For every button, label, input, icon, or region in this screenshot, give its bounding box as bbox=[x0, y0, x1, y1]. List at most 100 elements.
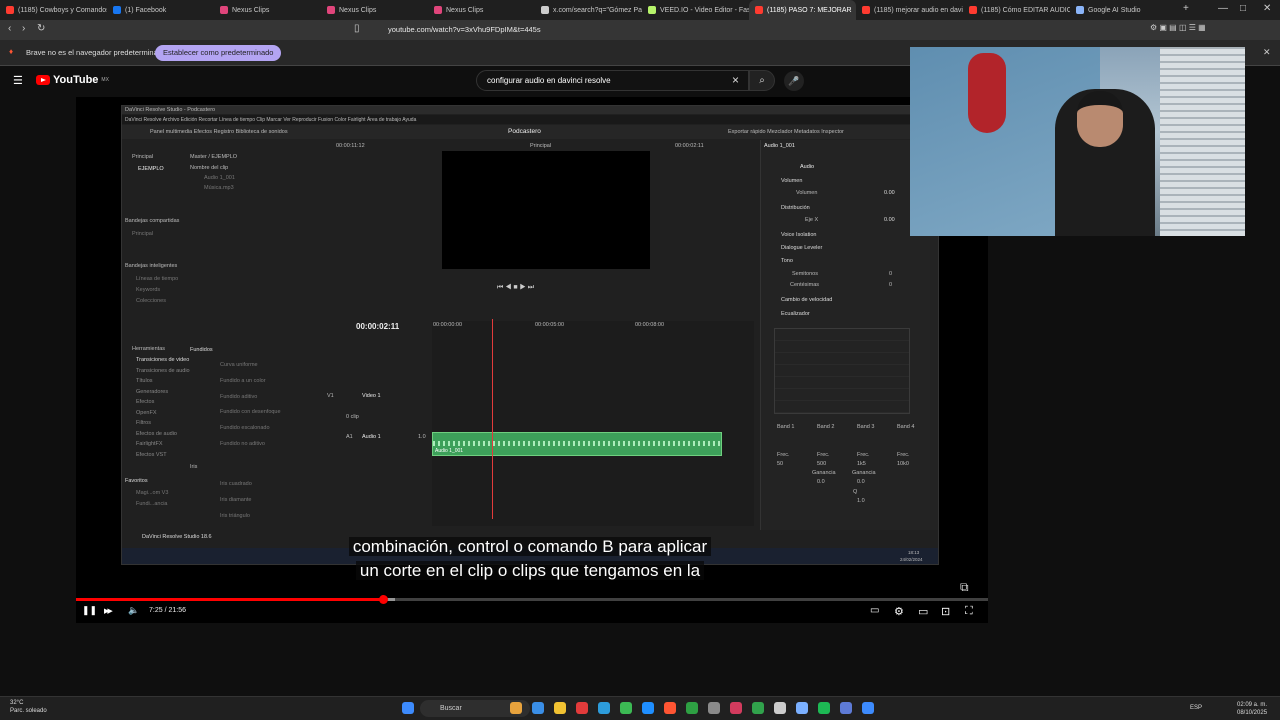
eq-band-label: Band 4 bbox=[897, 424, 915, 430]
taskbar-app-icon[interactable] bbox=[730, 702, 742, 714]
fx-tree-item: OpenFX bbox=[136, 409, 157, 416]
forward-icon[interactable]: › bbox=[22, 23, 25, 34]
v1-clips: 0 clip bbox=[346, 414, 359, 420]
search-input[interactable]: configurar audio en davinci resolve bbox=[476, 70, 749, 91]
scrubber-handle[interactable] bbox=[379, 595, 388, 604]
iris-list-item: Iris triángulo bbox=[220, 512, 250, 519]
taskbar-app-icon[interactable] bbox=[664, 702, 676, 714]
iris-list-item: Iris cuadrado bbox=[220, 481, 252, 487]
fx-list-item: Fundido escalonado bbox=[220, 425, 270, 432]
tab-title: (1) Facebook bbox=[125, 6, 167, 14]
pause-icon[interactable]: ❚❚ bbox=[82, 605, 97, 616]
next-icon[interactable]: ▶▶ bbox=[104, 607, 113, 615]
taskbar-search-label: Buscar bbox=[440, 705, 462, 712]
eq-freq-label: Frec. bbox=[777, 452, 790, 458]
taskbar-app-icon[interactable] bbox=[708, 702, 720, 714]
infobar-close-icon[interactable]: ✕ bbox=[1263, 47, 1271, 58]
subtitles-icon[interactable]: ▭ bbox=[870, 605, 879, 616]
video-frame-davinci-resolve: DaVinci Resolve Studio - Podcastero DaVi… bbox=[121, 105, 939, 565]
taskbar-app-icon[interactable] bbox=[686, 702, 698, 714]
tab-favicon-icon bbox=[541, 6, 549, 14]
minimize-icon[interactable]: — bbox=[1218, 3, 1228, 14]
youtube-play-icon bbox=[36, 75, 50, 85]
fx-tree-item: Efectos VST bbox=[136, 451, 167, 458]
taskbar-app-icon[interactable] bbox=[576, 702, 588, 714]
taskbar-app-icon[interactable] bbox=[620, 702, 632, 714]
cast-icon[interactable]: ⊡ bbox=[941, 605, 950, 618]
taskbar-clock[interactable]: 02:09 a. m. 08/10/2025 bbox=[1237, 701, 1267, 717]
favorites-header: Favoritos bbox=[125, 478, 148, 484]
fx-tree-item: Filtros bbox=[136, 420, 151, 426]
window-close-icon[interactable]: ✕ bbox=[1263, 3, 1271, 14]
a1-name: Audio 1 bbox=[362, 434, 381, 440]
eq-band-label: Band 2 bbox=[817, 424, 835, 430]
voice-search-button[interactable]: 🎤 bbox=[784, 71, 804, 91]
start-icon[interactable] bbox=[402, 702, 414, 714]
youtube-logo[interactable]: YouTube MX bbox=[36, 74, 109, 86]
browser-tab[interactable]: (1185) PASO 7: MEJORAR× bbox=[749, 0, 856, 20]
weather-desc: Parc. soleado bbox=[10, 708, 47, 714]
infobar-message: Brave no es el navegador predeterminado bbox=[26, 48, 167, 57]
browser-tab[interactable]: x.com/search?q="Gómez Palac bbox=[535, 0, 642, 20]
inner-clock: 18:13 bbox=[908, 550, 920, 555]
tab-title: x.com/search?q="Gómez Palac bbox=[553, 6, 642, 14]
viewer-mode: Principal bbox=[530, 143, 552, 149]
fx-list-item: Fundido a un color bbox=[220, 377, 266, 384]
resolve-menu: DaVinci Resolve Archivo Edición Recortar… bbox=[125, 117, 417, 123]
theater-mode-icon[interactable]: ▭ bbox=[918, 605, 928, 618]
taskbar-app-icon[interactable] bbox=[642, 702, 654, 714]
menu-icon[interactable]: ☰ bbox=[13, 74, 23, 87]
browser-tab[interactable]: Google AI Studio bbox=[1070, 0, 1177, 20]
iris-section: Iris bbox=[190, 464, 198, 470]
progress-bar[interactable] bbox=[76, 598, 988, 601]
browser-tab[interactable]: (1185) mejorar audio en davin bbox=[856, 0, 963, 20]
browser-tab[interactable]: (1185) Cómo EDITAR AUDIO e bbox=[963, 0, 1070, 20]
reload-icon[interactable]: ↻ bbox=[37, 23, 45, 34]
browser-tab[interactable]: Nexus Clips bbox=[428, 0, 535, 20]
insp-speed: Cambio de velocidad bbox=[781, 297, 833, 303]
bookmark-icon[interactable]: ▯ bbox=[354, 23, 360, 34]
taskbar-app-icon[interactable] bbox=[840, 702, 852, 714]
resolve-toolbar-right: Exportar rápido Mezclador Metadatos Insp… bbox=[728, 129, 844, 135]
browser-tab[interactable]: Nexus Clips bbox=[214, 0, 321, 20]
tab-title: (1185) PASO 7: MEJORAR bbox=[767, 6, 852, 14]
eq-band-label: Band 1 bbox=[777, 424, 795, 430]
new-tab-button[interactable]: + bbox=[1183, 3, 1189, 14]
weather-widget[interactable]: 32°C Parc. soleado bbox=[10, 699, 47, 715]
browser-tab[interactable]: Nexus Clips bbox=[321, 0, 428, 20]
taskbar-app-icon[interactable] bbox=[774, 702, 786, 714]
brave-icon: ♦ bbox=[9, 47, 14, 56]
eq-gain-value: 0.0 bbox=[857, 479, 865, 485]
settings-icon[interactable]: ⚙ bbox=[894, 605, 904, 618]
favorite-1: Magi...om V3 bbox=[136, 490, 169, 496]
fullscreen-icon[interactable]: ⛶ bbox=[965, 605, 973, 618]
taskbar-app-icon[interactable] bbox=[510, 702, 522, 714]
browser-tab[interactable]: VEED.IO - Video Editor - Fast, C bbox=[642, 0, 749, 20]
taskbar-app-icon[interactable] bbox=[818, 702, 830, 714]
search-button[interactable]: ⌕ bbox=[749, 70, 775, 91]
url-field[interactable]: youtube.com/watch?v=3xVhu9FDpIM&t=445s bbox=[370, 23, 910, 37]
eq-gain-label: Ganancia bbox=[812, 470, 836, 476]
tab-favicon-icon bbox=[113, 6, 121, 14]
bins-header: Principal bbox=[132, 154, 154, 160]
browser-tab[interactable]: (1) Facebook bbox=[107, 0, 214, 20]
extensions-icon[interactable]: ⚙ ▣ ▤ ◫ ☰ ▦ bbox=[1150, 23, 1206, 32]
taskbar-app-icon[interactable] bbox=[554, 702, 566, 714]
a1-label: A1 bbox=[346, 434, 353, 440]
back-icon[interactable]: ‹ bbox=[8, 23, 11, 34]
smart-bin-1: Líneas de tiempo bbox=[136, 276, 179, 282]
taskbar-app-icon[interactable] bbox=[862, 702, 874, 714]
taskbar-app-icon[interactable] bbox=[752, 702, 764, 714]
bin-item: EJEMPLO bbox=[138, 166, 164, 172]
maximize-icon[interactable]: □ bbox=[1240, 3, 1246, 14]
taskbar-app-icon[interactable] bbox=[796, 702, 808, 714]
taskbar-app-icon[interactable] bbox=[532, 702, 544, 714]
audio-clip: Audio 1_001 bbox=[432, 432, 722, 456]
webcam-guitar bbox=[968, 53, 1006, 133]
set-default-button[interactable]: Establecer como predeterminado bbox=[155, 45, 282, 61]
browser-tab[interactable]: (1185) Cowboys y Comandos bbox=[0, 0, 107, 20]
taskbar-app-icon[interactable] bbox=[598, 702, 610, 714]
shared-bin-item: Principal bbox=[132, 231, 154, 237]
volume-icon[interactable]: 🔈 bbox=[128, 605, 139, 616]
clear-search-icon[interactable]: × bbox=[732, 73, 739, 87]
